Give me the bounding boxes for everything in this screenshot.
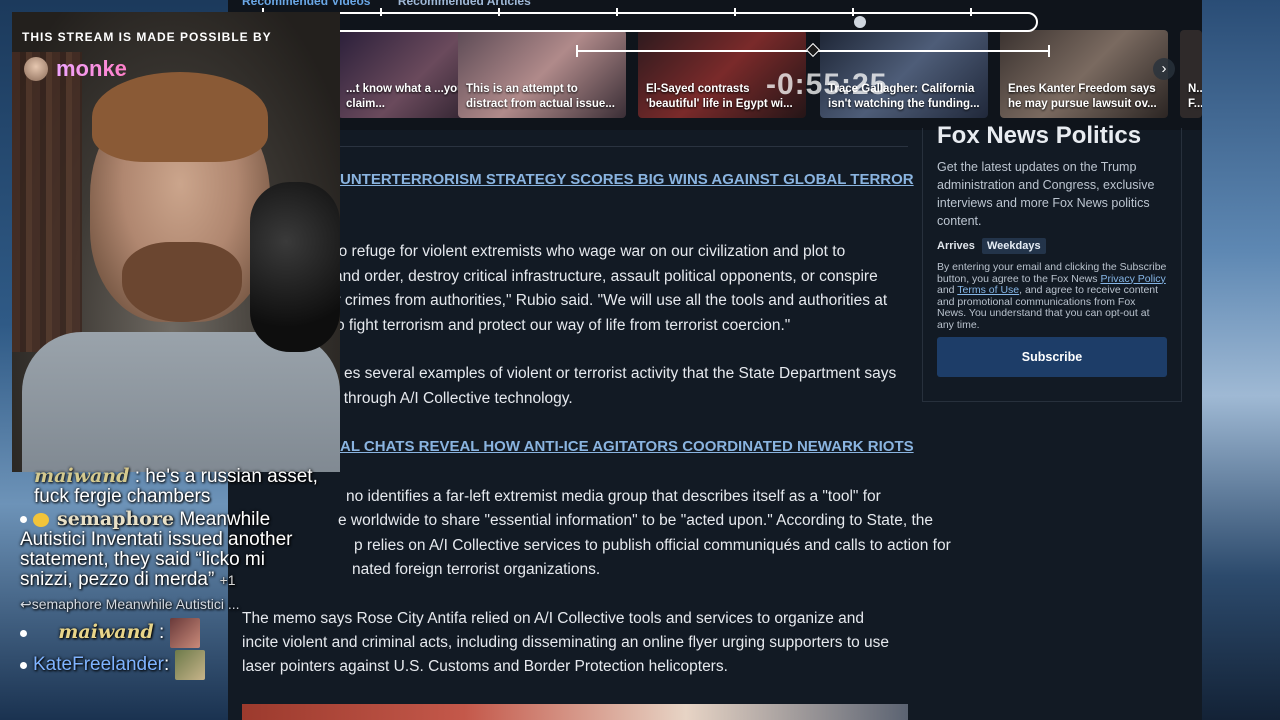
timeline-tick bbox=[970, 8, 972, 16]
bookshelf bbox=[12, 52, 82, 352]
timecode: -0:55:25 bbox=[766, 68, 888, 101]
reply-arrow-icon: ↩ bbox=[20, 596, 32, 612]
paragraph-line: laser pointers against U.S. Customs and … bbox=[242, 658, 728, 675]
article-image bbox=[242, 704, 908, 720]
microphone bbox=[250, 182, 340, 352]
scrubber-end-marker bbox=[1048, 45, 1050, 57]
chat-username: semaphore bbox=[57, 508, 175, 530]
paragraph-line: ir crimes from authorities," Rubio said.… bbox=[332, 292, 888, 309]
newsletter-description: Get the latest updates on the Trump admi… bbox=[937, 160, 1155, 228]
paragraph-line: no identifies a far-left extremist media… bbox=[346, 488, 881, 505]
chat-overlay: maiwand : he's a russian asset, fuck fer… bbox=[20, 466, 320, 680]
paragraph-line: no refuge for violent extremists who wag… bbox=[330, 243, 846, 260]
legal-text: By entering your email and clicking the … bbox=[937, 261, 1167, 331]
video-caption: This is an attempt to distract from actu… bbox=[466, 83, 615, 110]
legal-and: and bbox=[937, 284, 955, 296]
chat-message: semaphore Meanwhile Autistici Inventati … bbox=[20, 509, 320, 590]
terms-of-use-link[interactable]: Terms of Use bbox=[957, 284, 1019, 296]
recommended-tabs: Recommended Videos Recommended Articles bbox=[242, 0, 555, 8]
chat-username: maiwand bbox=[58, 621, 154, 644]
sponsor-text: THIS STREAM IS MADE POSSIBLE BY bbox=[22, 30, 272, 44]
chat-reply-preview[interactable]: ↩semaphore Meanwhile Autistici ... bbox=[20, 594, 320, 614]
arrives-label: Arrives bbox=[937, 240, 975, 252]
chat-separator: : bbox=[158, 622, 165, 644]
chat-message: maiwand : bbox=[20, 618, 320, 648]
chat-separator: : bbox=[163, 654, 170, 676]
sponsor-brand: monke bbox=[24, 56, 127, 82]
paragraph-line: e worldwide to share "essential informat… bbox=[338, 512, 933, 529]
emoji-icon bbox=[33, 512, 49, 527]
paragraph-line: nated foreign terrorist organizations. bbox=[352, 561, 601, 578]
video-card[interactable]: N... F... bbox=[1180, 30, 1202, 118]
article-page: Recommended Videos Recommended Articles … bbox=[228, 0, 1202, 720]
chat-message: KateFreelander: bbox=[20, 650, 320, 680]
subscribe-button[interactable]: Subscribe bbox=[937, 337, 1167, 377]
video-card[interactable]: Enes Kanter Freedom says he may pursue l… bbox=[1000, 30, 1168, 118]
timeline-tick bbox=[498, 8, 500, 16]
arrives-row: Arrives Weekdays bbox=[937, 238, 1167, 254]
chat-bullet-icon bbox=[20, 516, 27, 524]
chat-image-icon bbox=[169, 618, 200, 648]
reply-text: Meanwhile Autistici ... bbox=[105, 596, 240, 612]
privacy-policy-link[interactable]: Privacy Policy bbox=[1100, 273, 1165, 285]
video-caption: Enes Kanter Freedom says he may pursue l… bbox=[1008, 83, 1157, 110]
paragraph-line: o fight terrorism and protect our way of… bbox=[336, 317, 791, 334]
background-sky-right bbox=[1200, 0, 1280, 720]
paragraph-line: l through A/I Collective technology. bbox=[336, 390, 573, 407]
chat-count: +1 bbox=[219, 572, 236, 588]
timeline-tick bbox=[380, 8, 382, 16]
timeline-tick bbox=[734, 8, 736, 16]
streamer-shirt bbox=[22, 332, 340, 472]
chat-username: maiwand bbox=[34, 465, 130, 487]
chat-image-icon bbox=[174, 650, 205, 680]
chat-bullet-icon bbox=[20, 629, 27, 637]
reply-username: semaphore bbox=[31, 596, 102, 612]
streamer-hair bbox=[92, 72, 268, 162]
paragraph-line: incite violent and criminal acts, includ… bbox=[242, 634, 890, 651]
paragraph-line: p relies on A/I Collective services to p… bbox=[354, 537, 951, 554]
chat-bullet-icon bbox=[20, 661, 27, 669]
webcam-overlay: THIS STREAM IS MADE POSSIBLE BY monke bbox=[12, 12, 340, 472]
newsletter-signup: Fox News Politics Get the latest updates… bbox=[922, 122, 1182, 402]
divider bbox=[242, 146, 908, 147]
related-headline-link[interactable]: UNTERTERRORISM STRATEGY SCORES BIG WINS … bbox=[340, 171, 914, 188]
timeline-tick bbox=[852, 8, 854, 16]
video-card[interactable]: This is an attempt to distract from actu… bbox=[458, 30, 626, 118]
paragraph-line: es several examples of violent or terror… bbox=[344, 365, 897, 382]
paragraph-line: y and order, destroy critical infrastruc… bbox=[322, 268, 878, 285]
scrubber-start-marker bbox=[576, 45, 578, 57]
newsletter-title: Fox News Politics bbox=[937, 122, 1142, 149]
monkey-logo-icon bbox=[24, 57, 48, 81]
carousel-next-button[interactable]: › bbox=[1153, 58, 1175, 80]
tab-recommended-articles[interactable]: Recommended Articles bbox=[398, 0, 531, 8]
chat-message: maiwand : he's a russian asset, fuck fer… bbox=[20, 466, 320, 507]
timeline-handle[interactable] bbox=[854, 16, 866, 28]
tab-recommended-videos[interactable]: Recommended Videos bbox=[242, 0, 370, 8]
frequency-badge: Weekdays bbox=[981, 238, 1046, 254]
video-caption: N... F... bbox=[1188, 83, 1202, 110]
sponsor-brand-name: monke bbox=[56, 56, 127, 81]
related-headline-link[interactable]: AL CHATS REVEAL HOW ANTI-ICE AGITATORS C… bbox=[340, 438, 914, 455]
video-scrubber[interactable] bbox=[576, 42, 1050, 58]
streamer-beard bbox=[122, 242, 242, 322]
chat-username: KateFreelander bbox=[33, 654, 164, 676]
paragraph-line: The memo says Rose City Antifa relied on… bbox=[242, 610, 865, 627]
timeline-tick bbox=[616, 8, 618, 16]
